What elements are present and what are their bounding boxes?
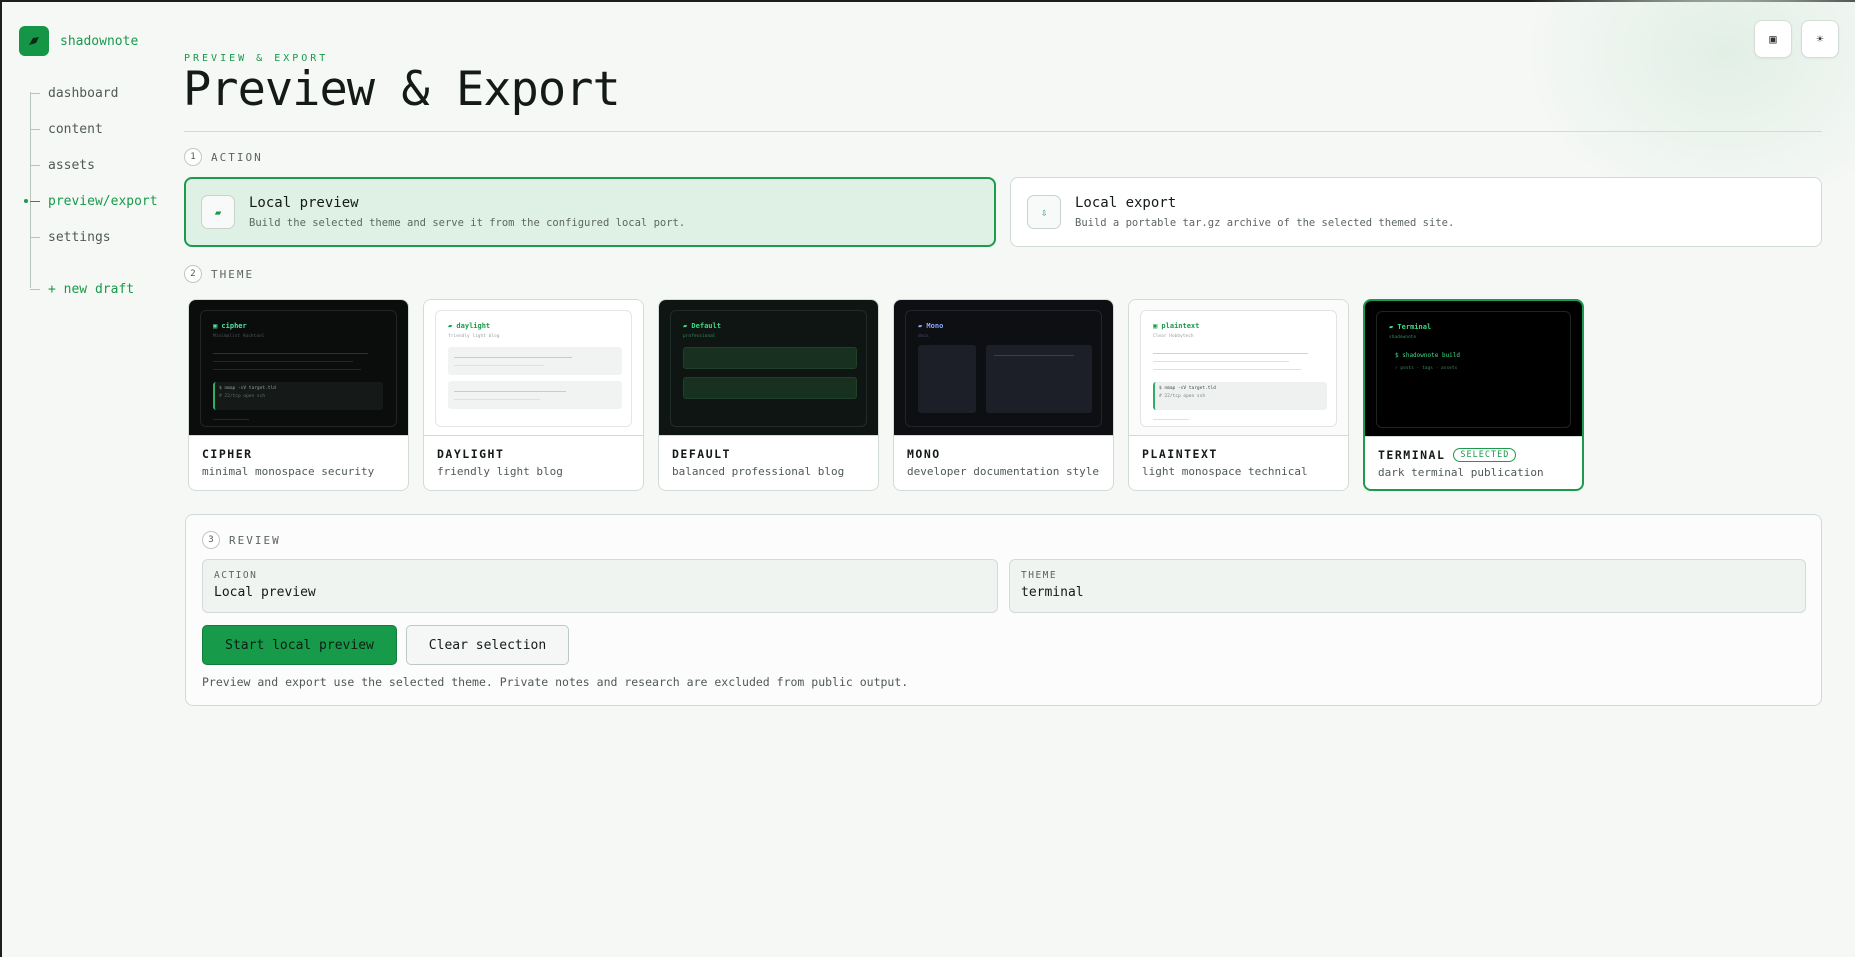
preview-title: ▰ Default [683,322,721,330]
step-title: THEME [211,267,255,281]
theme-card-terminal[interactable]: ▰ Terminal shadownote $ shadownote build… [1363,299,1584,491]
theme-preview-terminal: ▰ Terminal shadownote $ shadownote build… [1365,301,1582,437]
theme-card-default[interactable]: ▰ Default professional DEFAULT balanced … [658,299,879,491]
preview-title: ▣ plaintext [1153,322,1200,330]
action-local-export[interactable]: ⇩ Local export Build a portable tar.gz a… [1010,177,1822,247]
preview-title: ▰ Mono [918,322,944,330]
theme-name: PLAINTEXT [1142,447,1218,461]
sidebar-item-label: assets [48,157,95,173]
step-number: 3 [202,531,220,549]
field-label: THEME [1021,570,1058,581]
page-title: Preview & Export [183,62,621,117]
preview-subtitle: docs [918,334,929,339]
action-title: Local preview [249,195,359,211]
preview-subtitle: friendly light blog [448,334,500,339]
sidebar-item-dashboard[interactable]: dashboard [30,82,118,104]
sidebar-item-settings[interactable]: settings [30,226,111,248]
active-dot-icon [24,199,28,203]
theme-description: dark terminal publication [1378,466,1544,479]
preview-title: ▣ cipher [213,322,247,330]
sidebar-item-label: settings [48,229,111,245]
brand-name: shadownote [60,33,139,49]
step-title: ACTION [211,150,263,164]
action-description: Build the selected theme and serve it fr… [249,217,686,229]
panel-toggle-button[interactable]: ▣ [1754,20,1792,58]
field-value: terminal [1021,585,1084,600]
step-number: 2 [184,265,202,283]
theme-preview-cipher: ▣ cipher Minimalist Hacktool $ nmap -sV … [189,300,408,436]
theme-name: DEFAULT [672,447,731,461]
preview-output: # 22/tcp open ssh [1159,394,1206,399]
clear-selection-button[interactable]: Clear selection [406,625,569,665]
action-local-preview[interactable]: ▰ Local preview Build the selected theme… [184,177,996,247]
field-value: Local preview [214,585,316,600]
theme-preview-plaintext: ▣ plaintext Clear Hobbytech $ nmap -sV t… [1129,300,1348,436]
theme-toggle-icon: ☀ [1816,32,1824,46]
review-panel: 3 REVIEW ACTION Local preview THEME term… [185,514,1822,706]
start-local-preview-button[interactable]: Start local preview [202,625,397,665]
theme-preview-mono: ▰ Mono docs [894,300,1113,436]
review-action-field: ACTION Local preview [202,559,998,613]
preview-subtitle: Clear Hobbytech [1153,334,1194,339]
theme-card-daylight[interactable]: ▰ daylight friendly light blog DAYLIGHT … [423,299,644,491]
theme-name: DAYLIGHT [437,447,505,461]
theme-name: CIPHER [202,447,253,461]
theme-preview-daylight: ▰ daylight friendly light blog [424,300,643,436]
step-theme-label: 2 THEME [184,265,254,283]
header-divider [184,131,1822,132]
preview-output: # 22/tcp open ssh [219,394,266,399]
theme-name: TERMINAL SELECTED [1378,448,1517,462]
sidebar-item-preview-export[interactable]: preview/export [24,190,158,212]
sidebar-item-assets[interactable]: assets [30,154,95,176]
field-label: ACTION [214,570,258,581]
preview-subtitle: shadownote [1389,335,1417,340]
leaf-icon [19,26,49,56]
brand[interactable]: shadownote [19,26,138,56]
preview-command: $ nmap -sV target.tld [1159,386,1216,391]
preview-command: $ nmap -sV target.tld [219,386,276,391]
review-note: Preview and export use the selected them… [202,675,909,689]
theme-name: MONO [907,447,941,461]
action-description: Build a portable tar.gz archive of the s… [1075,217,1455,229]
theme-preview-default: ▰ Default professional [659,300,878,436]
step-action-label: 1 ACTION [184,148,263,166]
theme-name-text: TERMINAL [1378,448,1446,462]
review-theme-field: THEME terminal [1009,559,1806,613]
download-icon: ⇩ [1027,195,1061,229]
action-title: Local export [1075,195,1177,211]
step-number: 1 [184,148,202,166]
theme-description: minimal monospace security [202,465,375,478]
theme-card-plaintext[interactable]: ▣ plaintext Clear Hobbytech $ nmap -sV t… [1128,299,1349,491]
theme-description: light monospace technical [1142,465,1308,478]
theme-description: friendly light blog [437,465,563,478]
preview-command: $ shadownote build [1395,352,1461,359]
theme-description: developer documentation style [907,465,1100,478]
sidebar-item-label: content [48,121,103,137]
preview-subtitle: Minimalist Hacktool [213,334,265,339]
preview-title: ▰ Terminal [1389,323,1432,331]
step-title: REVIEW [229,533,281,547]
preview-output: ✓ posts · tags · assets [1395,366,1458,371]
sidebar-item-label: preview/export [48,193,158,209]
sidebar-item-label: dashboard [48,85,119,101]
theme-card-mono[interactable]: ▰ Mono docs MONO developer documentation… [893,299,1114,491]
selected-badge: SELECTED [1453,448,1517,462]
new-draft-link[interactable]: + new draft [30,278,134,300]
preview-subtitle: professional [683,334,716,339]
preview-title: ▰ daylight [448,322,491,330]
leaf-icon: ▰ [201,195,235,229]
theme-toggle-button[interactable]: ☀ [1801,20,1839,58]
theme-card-cipher[interactable]: ▣ cipher Minimalist Hacktool $ nmap -sV … [188,299,409,491]
sidebar-item-content[interactable]: content [30,118,103,140]
new-draft-label: + new draft [48,281,135,297]
step-review-label: 3 REVIEW [202,531,281,549]
panel-toggle-icon: ▣ [1769,32,1777,46]
theme-description: balanced professional blog [672,465,845,478]
